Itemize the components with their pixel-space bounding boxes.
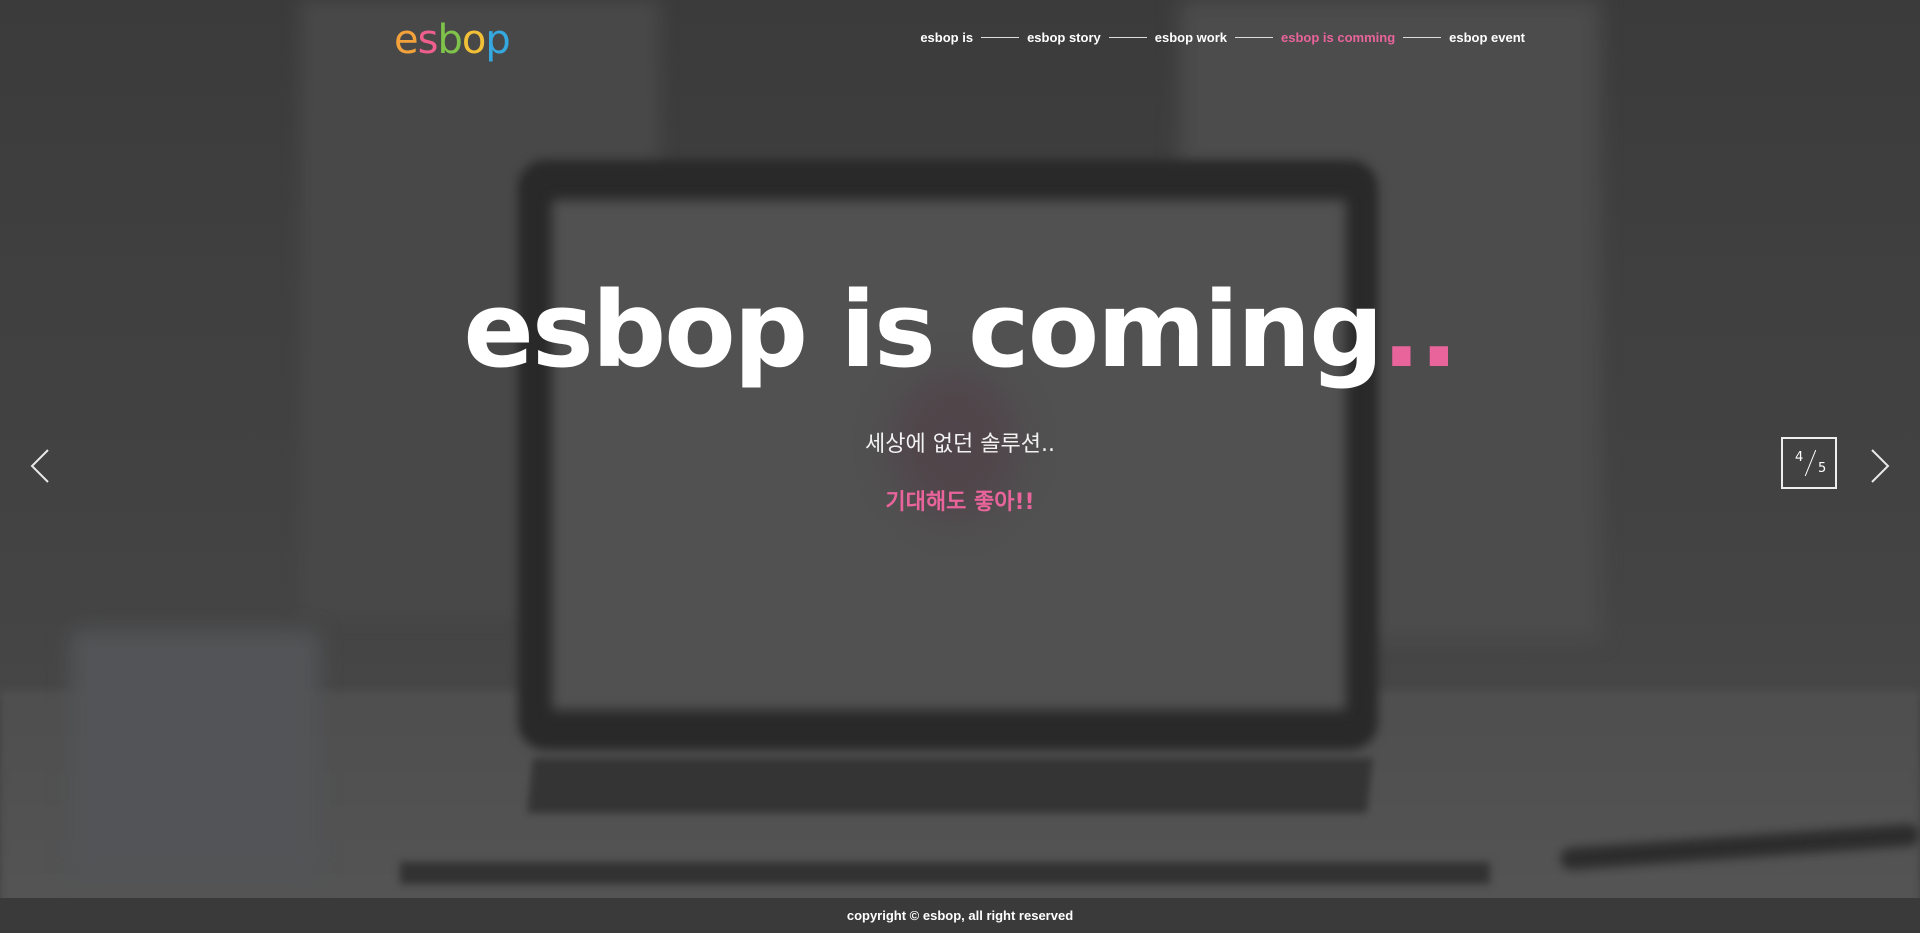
logo-letter: s — [417, 17, 439, 63]
hero-title-text: esbop is coming — [463, 269, 1383, 391]
logo-letter: e — [394, 17, 419, 63]
logo-letter: b — [437, 17, 462, 63]
nav-divider — [1235, 37, 1273, 38]
prev-slide-button[interactable] — [26, 446, 60, 486]
hero-title: esbop is coming.. — [0, 270, 1920, 390]
pager-current: 4 — [1795, 450, 1804, 465]
nav-divider — [1403, 37, 1442, 38]
copyright-text: copyright © esbop, all right reserved — [846, 908, 1074, 923]
chevron-left-icon — [30, 449, 49, 483]
nav-item-esbop-is[interactable]: esbop is — [920, 30, 973, 45]
main-nav: esbop is esbop story esbop work esbop is… — [920, 30, 1525, 45]
hero-subtitle: 세상에 없던 솔루션.. — [865, 432, 1055, 457]
hero-cta-text: 기대해도 좋아!! — [885, 490, 1035, 515]
nav-divider — [1108, 37, 1147, 38]
chevron-right-icon — [1871, 449, 1890, 483]
nav-item-esbop-is-comming[interactable]: esbop is comming — [1281, 30, 1395, 45]
pager-slash — [1804, 449, 1817, 477]
nav-item-esbop-event[interactable]: esbop event — [1449, 30, 1525, 45]
nav-divider — [981, 37, 1020, 38]
slide-pager: 4 5 — [1781, 437, 1837, 489]
hero-slide: esbop esbop is esbop story esbop work es… — [0, 0, 1920, 933]
nav-item-esbop-story[interactable]: esbop story — [1027, 30, 1101, 45]
logo-letter: p — [485, 17, 510, 63]
hero-title-dots: .. — [1381, 269, 1459, 391]
next-slide-button[interactable] — [1862, 446, 1896, 486]
pager-total: 5 — [1818, 461, 1827, 476]
logo-letter: o — [461, 17, 487, 63]
nav-item-esbop-work[interactable]: esbop work — [1155, 30, 1227, 45]
esbop-logo[interactable]: esbop — [394, 16, 511, 64]
background-overlay — [0, 0, 1920, 933]
footer: copyright © esbop, all right reserved — [0, 898, 1920, 933]
